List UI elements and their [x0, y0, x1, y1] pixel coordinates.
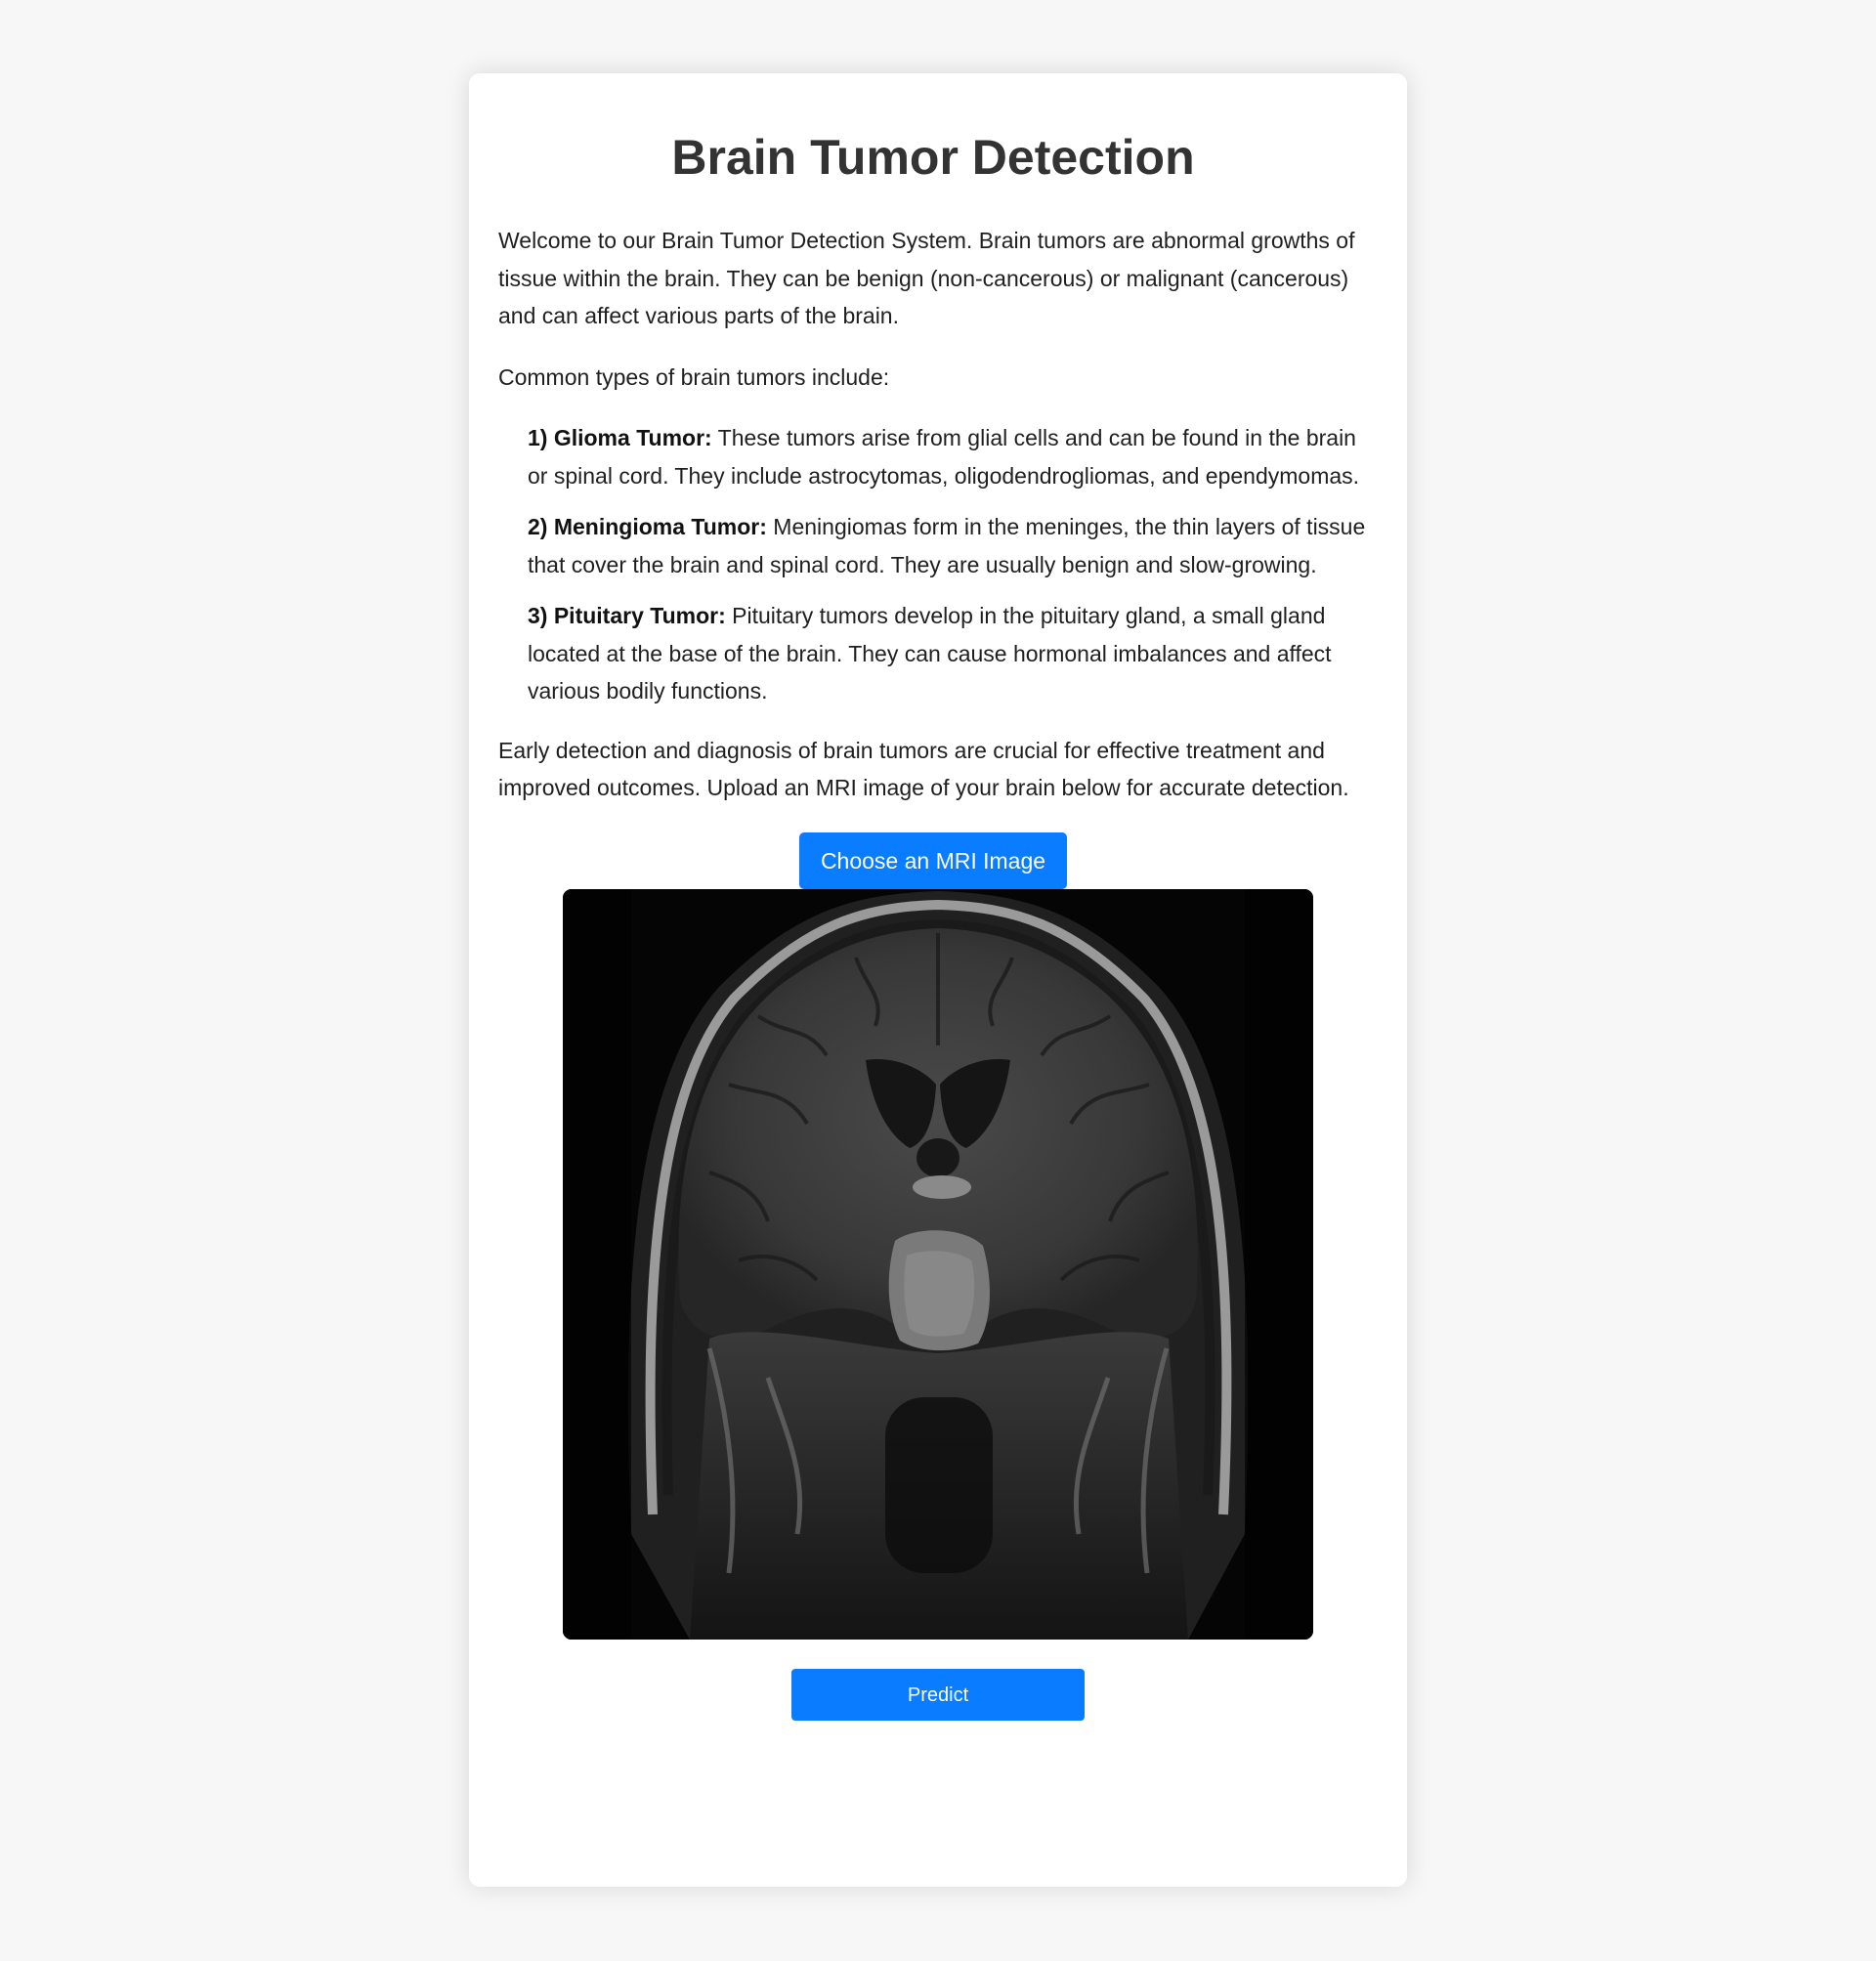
choose-image-button[interactable]: Choose an MRI Image: [798, 831, 1068, 889]
tumor-types-intro: Common types of brain tumors include:: [498, 363, 890, 390]
outro-text: Early detection and diagnosis of brain t…: [498, 737, 1349, 801]
file-chooser: Choose an MRI Image: [498, 831, 1368, 889]
page-title: Brain Tumor Detection: [671, 130, 1195, 185]
list-item-meningioma: 2) Meningioma Tumor: Meningiomas form in…: [528, 508, 1368, 583]
tumor-name-pituitary: 3) Pituitary Tumor:: [528, 603, 726, 628]
tumor-types-list: 1) Glioma Tumor: These tumors arise from…: [528, 419, 1368, 710]
predict-container: Predict: [498, 1668, 1368, 1721]
mri-image-preview: [563, 888, 1313, 1640]
list-item-pituitary: 3) Pituitary Tumor: Pituitary tumors dev…: [528, 597, 1368, 710]
main-card: Brain Tumor Detection Welcome to our Bra…: [469, 73, 1407, 1887]
tumor-name-meningioma: 2) Meningioma Tumor:: [528, 514, 767, 539]
tumor-name-glioma: 1) Glioma Tumor:: [528, 425, 712, 450]
list-item-glioma: 1) Glioma Tumor: These tumors arise from…: [528, 419, 1368, 494]
predict-button[interactable]: Predict: [791, 1668, 1085, 1721]
mri-scan-image: [563, 888, 1313, 1640]
intro-text: Welcome to our Brain Tumor Detection Sys…: [498, 228, 1355, 328]
